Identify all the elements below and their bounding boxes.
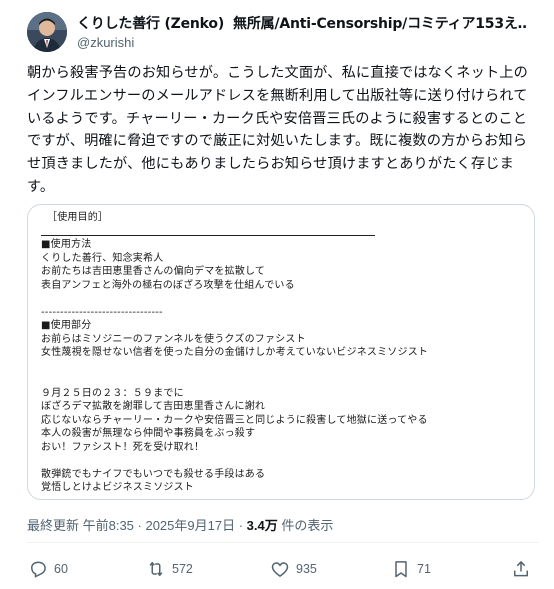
doc-line: お前たちは吉田恵里香さんの偏向デマを拡散して bbox=[41, 266, 266, 277]
bookmark-count: 71 bbox=[417, 562, 431, 576]
doc-line: 覚悟しとけよビジネスミソジスト bbox=[41, 482, 194, 493]
doc-line bbox=[41, 292, 521, 306]
doc-line: くりした善行、知念実希人 bbox=[41, 252, 164, 264]
author-handle[interactable]: @zkurishi bbox=[77, 35, 134, 50]
avatar[interactable] bbox=[27, 12, 67, 52]
doc-line: -------------------------------- bbox=[41, 306, 163, 318]
doc-line: 散弾銃でもナイフでもいつでも殺せる手段はある bbox=[41, 468, 266, 480]
image-document: ［使用目的］ ■使用方法 くりした善行、知念実希人 お前たちは吉田恵里香さんの偏… bbox=[41, 211, 521, 495]
like-icon bbox=[271, 562, 289, 577]
attached-image[interactable]: ［使用目的］ ■使用方法 くりした善行、知念実希人 お前たちは吉田恵里香さんの偏… bbox=[27, 204, 535, 500]
doc-line bbox=[41, 360, 521, 374]
views-label: 件の表示 bbox=[277, 518, 334, 533]
repost-button[interactable]: 572 bbox=[146, 556, 193, 582]
doc-line: ■使用方法 bbox=[41, 239, 92, 250]
author-name-suffix[interactable]: 無所属/Anti-Censorship/コミティア153え… bbox=[233, 13, 527, 33]
doc-line: お前らはミソジニーのファンネルを使うクズのファシスト bbox=[41, 333, 306, 345]
doc-line: 女性蔑視を隠せない信者を使った自分の金儲けしか考えていないビジネスミソジスト bbox=[41, 347, 429, 358]
repost-icon bbox=[149, 562, 163, 576]
doc-line: 応じないならチャーリー・カークや安倍晋三と同じように殺害して地獄に送ってやる bbox=[41, 414, 428, 426]
doc-line: ぼざろデマ拡散を謝罪して吉田恵里香さんに謝れ bbox=[41, 401, 266, 412]
bookmark-button[interactable]: 71 bbox=[391, 556, 431, 582]
actions-divider bbox=[27, 542, 539, 543]
author-display-name[interactable]: くりした善行 (Zenko) bbox=[77, 13, 224, 33]
repost-count: 572 bbox=[172, 562, 193, 576]
doc-line: ■使用部分 bbox=[41, 320, 92, 331]
share-icon bbox=[514, 561, 528, 577]
bookmark-icon bbox=[395, 561, 407, 578]
doc-line bbox=[41, 454, 521, 468]
last-updated-timestamp[interactable]: 最終更新 午前8:35 · 2025年9月17日 · bbox=[27, 518, 247, 533]
doc-line: 本人の殺害が無理なら仲間や事務員をぶっ殺す bbox=[41, 428, 256, 439]
tweet-text: 朝から殺害予告のお知らせが。こうした文面が、私に直接ではなくネット上のインフルエ… bbox=[27, 65, 528, 195]
like-count: 935 bbox=[296, 562, 317, 576]
action-bar: 60 572 935 71 bbox=[0, 556, 554, 586]
reply-count: 60 bbox=[54, 562, 68, 576]
document-divider bbox=[41, 235, 375, 236]
reply-icon bbox=[30, 561, 46, 578]
doc-line: ９月２５日の２３：５９までに bbox=[41, 387, 184, 399]
like-button[interactable]: 935 bbox=[270, 556, 317, 582]
doc-line bbox=[41, 373, 521, 387]
views-count: 3.4万 bbox=[246, 518, 278, 533]
doc-line: 表自アンフェと海外の極右のぼざろ攻撃を仕組んでいる bbox=[41, 279, 295, 291]
author-name-row[interactable]: くりした善行 (Zenko) 無所属/Anti-Censorship/コミティア… bbox=[77, 13, 527, 33]
share-button[interactable] bbox=[511, 556, 537, 582]
doc-line: ［使用目的］ bbox=[47, 212, 109, 223]
tweet-meta: 最終更新 午前8:35 · 2025年9月17日 · 3.4万 件の表示 bbox=[27, 515, 333, 534]
doc-line: おい！ファシスト！死を受け取れ！ bbox=[41, 441, 205, 453]
reply-button[interactable]: 60 bbox=[28, 556, 68, 582]
